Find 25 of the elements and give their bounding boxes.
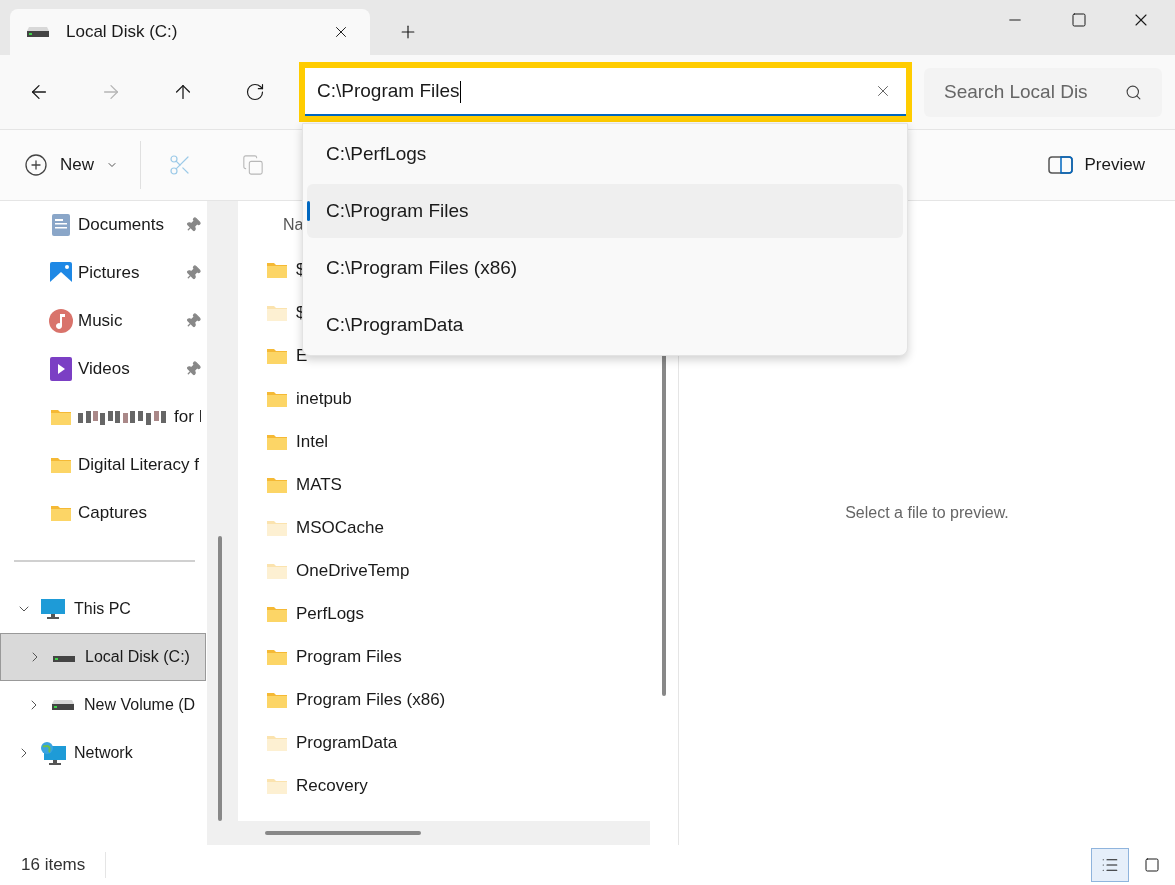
nav-label: Videos [78,358,131,381]
nav-label: This PC [74,599,131,619]
tab-title: Local Disk (C:) [66,21,179,44]
preview-message: Select a file to preview. [845,503,1009,523]
file-name: Recovery [296,774,368,797]
file-name: OneDriveTemp [296,559,410,582]
address-value: C:\Program Files [317,78,462,105]
nav-label: Music [78,310,124,333]
file-name: Intel [296,430,329,453]
nav-label: Pictures [78,262,141,285]
nav-label: New Volume (D [84,695,196,715]
file-name: MSOCache [296,516,384,539]
file-name: Program Files (x86) [296,688,446,711]
nav-label: Captures [78,502,148,525]
file-name: PerfLogs [296,602,365,625]
file-name: MATS [296,473,342,496]
nav-label: Documents [78,214,165,237]
item-count: 16 items [21,854,86,877]
file-name: ProgramData [296,731,398,754]
file-name: inetpub [296,387,352,410]
nav-label: Network [74,743,133,763]
nav-label: for I [174,406,201,429]
nav-label: Digital Literacy f [78,454,200,477]
nav-label: Local Disk (C:) [85,647,190,667]
file-name: Program Files [296,645,402,668]
